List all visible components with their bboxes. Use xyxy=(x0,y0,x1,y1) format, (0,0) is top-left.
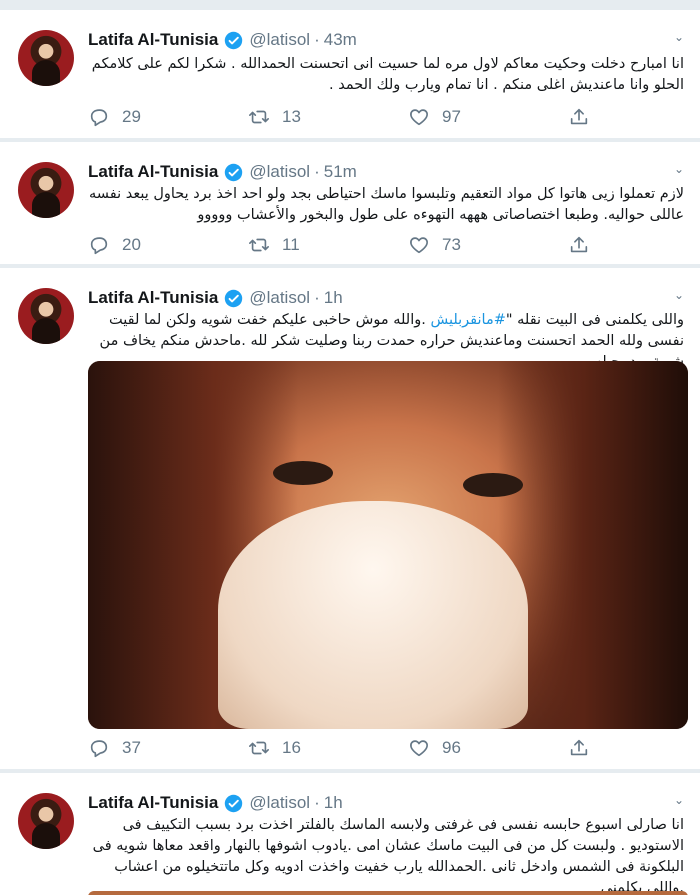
retweet-button[interactable]: 11 xyxy=(248,234,300,256)
tweet-time[interactable]: 1h xyxy=(324,793,343,813)
separator-dot: · xyxy=(314,162,320,181)
like-button[interactable]: 96 xyxy=(408,737,461,759)
share-icon xyxy=(570,236,588,253)
author-handle[interactable]: @latisol xyxy=(249,162,310,182)
tweet-actions: 37 16 96 xyxy=(88,737,608,761)
retweet-button[interactable]: 16 xyxy=(248,737,301,759)
author-handle[interactable]: @latisol xyxy=(249,793,310,813)
share-button[interactable] xyxy=(568,737,602,759)
separator-dot: · xyxy=(314,30,320,49)
photo-preview-edge xyxy=(88,891,688,895)
tweet-text: لازم تعملوا زيى هاتوا كل مواد التعقيم وت… xyxy=(89,186,684,223)
retweet-button[interactable]: 13 xyxy=(248,106,301,128)
avatar[interactable] xyxy=(18,30,74,86)
avatar[interactable] xyxy=(18,793,74,849)
verified-badge-icon xyxy=(224,31,243,50)
author-handle[interactable]: @latisol xyxy=(249,30,310,50)
tweet-header: Latifa Al-Tunisia @latisol · 51m xyxy=(88,160,357,184)
share-icon xyxy=(570,108,588,125)
tweet-header: Latifa Al-Tunisia @latisol · 1h xyxy=(88,791,343,815)
retweet-count: 13 xyxy=(282,107,301,126)
author-name[interactable]: Latifa Al-Tunisia xyxy=(88,30,218,50)
tweet[interactable]: ⌄ Latifa Al-Tunisia @latisol · 1h انا صا… xyxy=(0,773,700,895)
verified-badge-icon xyxy=(224,794,243,813)
tweet-actions: 20 11 73 xyxy=(88,234,608,258)
photo-face-mask xyxy=(218,501,528,729)
retweet-count: 11 xyxy=(282,235,300,254)
hashtag-link[interactable]: #مانقربليش xyxy=(430,312,505,328)
tweet-photo[interactable] xyxy=(88,361,688,729)
tweet-text-start: واللى يكلمنى فى البيت نقله " xyxy=(505,312,684,328)
like-button[interactable]: 97 xyxy=(408,106,461,128)
caret-down-icon[interactable]: ⌄ xyxy=(674,793,684,807)
like-icon xyxy=(410,109,428,126)
like-count: 97 xyxy=(442,107,461,126)
like-icon xyxy=(410,740,428,757)
tweet-header: Latifa Al-Tunisia @latisol · 43m xyxy=(88,28,357,52)
tweet-header: Latifa Al-Tunisia @latisol · 1h xyxy=(88,286,343,310)
tweet-actions: 29 13 97 xyxy=(88,106,608,130)
avatar[interactable] xyxy=(18,162,74,218)
reply-button[interactable]: 37 xyxy=(88,737,141,759)
reply-button[interactable]: 20 xyxy=(88,234,141,256)
reply-count: 20 xyxy=(122,235,141,254)
caret-down-icon[interactable]: ⌄ xyxy=(674,288,684,302)
photo-eye-left xyxy=(273,461,333,485)
tweet[interactable]: ⌄ Latifa Al-Tunisia @latisol · 51m لازم … xyxy=(0,142,700,264)
author-name[interactable]: Latifa Al-Tunisia xyxy=(88,162,218,182)
reply-count: 37 xyxy=(122,738,141,757)
retweet-icon xyxy=(249,238,269,252)
caret-down-icon[interactable]: ⌄ xyxy=(674,30,684,44)
timeline: ⌄ Latifa Al-Tunisia @latisol · 43m انا ا… xyxy=(0,0,700,895)
tweet-time[interactable]: 51m xyxy=(324,162,357,182)
tweet[interactable]: ⌄ Latifa Al-Tunisia @latisol · 1h واللى … xyxy=(0,268,700,769)
author-name[interactable]: Latifa Al-Tunisia xyxy=(88,793,218,813)
reply-button[interactable]: 29 xyxy=(88,106,141,128)
verified-badge-icon xyxy=(224,163,243,182)
retweet-count: 16 xyxy=(282,738,301,757)
tweet[interactable]: ⌄ Latifa Al-Tunisia @latisol · 43m انا ا… xyxy=(0,10,700,138)
retweet-icon xyxy=(249,110,269,124)
verified-badge-icon xyxy=(224,289,243,308)
tweet-time[interactable]: 43m xyxy=(324,30,357,50)
like-count: 73 xyxy=(442,235,461,254)
retweet-icon xyxy=(249,741,269,755)
separator-dot: · xyxy=(314,793,320,812)
author-name[interactable]: Latifa Al-Tunisia xyxy=(88,288,218,308)
tweet-text: انا امبارح دخلت وحكيت معاكم لاول مره لما… xyxy=(91,56,684,93)
caret-down-icon[interactable]: ⌄ xyxy=(674,162,684,176)
reply-icon xyxy=(90,237,108,255)
reply-count: 29 xyxy=(122,107,141,126)
author-handle[interactable]: @latisol xyxy=(249,288,310,308)
reply-icon xyxy=(90,109,108,127)
avatar[interactable] xyxy=(18,288,74,344)
share-icon xyxy=(570,739,588,756)
share-button[interactable] xyxy=(568,234,602,256)
like-count: 96 xyxy=(442,738,461,757)
photo-eye-right xyxy=(463,473,523,497)
like-button[interactable]: 73 xyxy=(408,234,461,256)
share-button[interactable] xyxy=(568,106,602,128)
separator-dot: · xyxy=(314,288,320,307)
like-icon xyxy=(410,237,428,254)
tweet-text: انا صارلى اسبوع حابسه نفسى فى غرفتى ولاب… xyxy=(92,817,684,895)
reply-icon xyxy=(90,740,108,758)
tweet-time[interactable]: 1h xyxy=(324,288,343,308)
